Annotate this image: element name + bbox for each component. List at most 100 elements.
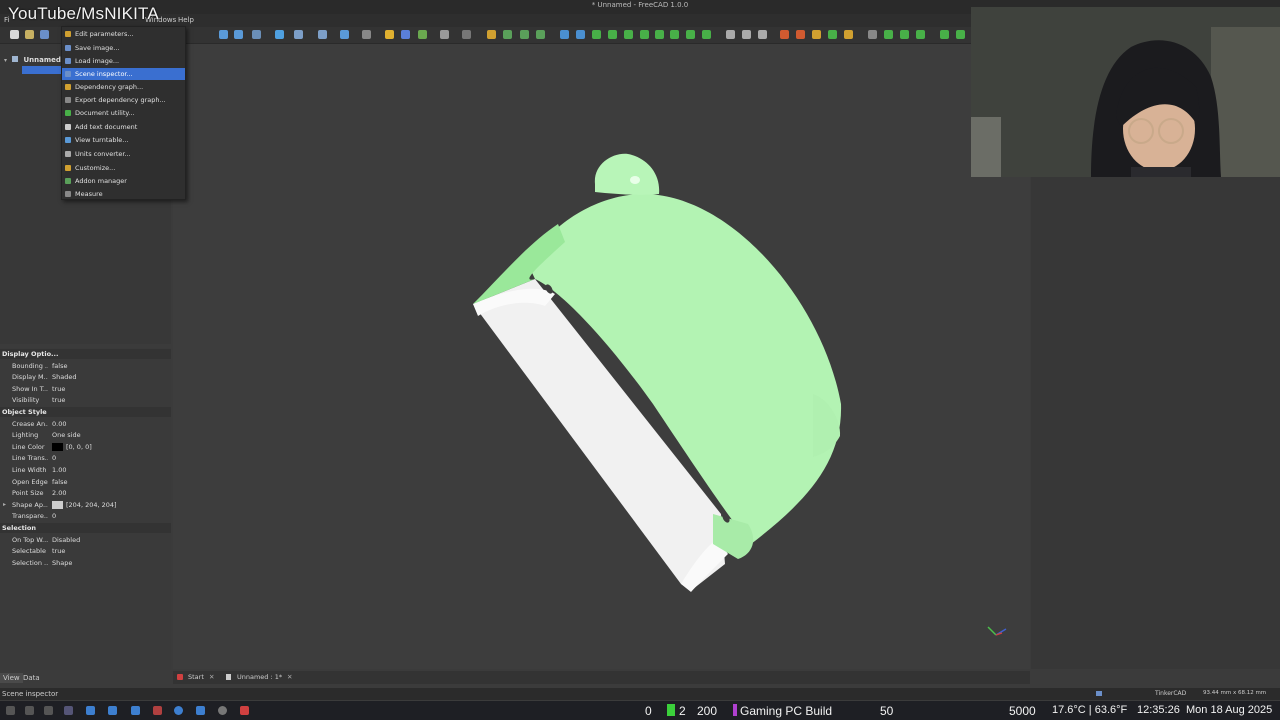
polar-pattern-icon[interactable] — [812, 30, 821, 39]
tools-menu-item[interactable]: Addon manager — [62, 175, 185, 187]
close-tab-start-icon[interactable]: ✕ — [209, 673, 214, 681]
datum-line-icon[interactable] — [576, 30, 585, 39]
navigation-style[interactable]: TinkerCAD — [1155, 690, 1186, 697]
fillet-icon[interactable] — [726, 30, 735, 39]
property-row[interactable]: Point Size 2.00 — [0, 488, 171, 499]
wedge-icon[interactable] — [702, 30, 711, 39]
revolve-icon[interactable] — [624, 30, 633, 39]
tools-menu-item[interactable]: Scene inspector... — [62, 68, 185, 80]
tools-menu-item[interactable]: View turntable... — [62, 134, 185, 146]
property-group[interactable]: Selection — [0, 523, 171, 533]
settings-icon[interactable] — [44, 706, 53, 715]
tab-start[interactable]: Start — [188, 673, 204, 681]
cone-icon[interactable] — [670, 30, 679, 39]
property-row[interactable]: Transpare... 0 — [0, 511, 171, 522]
chamfer-icon[interactable] — [742, 30, 751, 39]
property-group[interactable]: Display Optio... — [0, 349, 171, 359]
tab-data[interactable]: Data — [20, 673, 43, 683]
property-row[interactable]: Line Width 1.00 — [0, 465, 171, 476]
property-row[interactable]: Display M... Shaded — [0, 372, 171, 383]
app-icon[interactable] — [153, 706, 162, 715]
property-value[interactable]: 2.00 — [52, 489, 66, 497]
close-tab-unnamed-icon[interactable]: ✕ — [287, 673, 292, 681]
loft-icon[interactable] — [640, 30, 649, 39]
expand-arrow-icon[interactable]: ▸ — [3, 501, 6, 508]
property-value[interactable]: One side — [52, 431, 81, 439]
pocket-icon[interactable] — [536, 30, 545, 39]
tools-menu-item[interactable]: Export dependency graph... — [62, 94, 185, 106]
helix-icon[interactable] — [916, 30, 925, 39]
fit-selection-icon[interactable] — [234, 30, 243, 39]
property-row[interactable]: Bounding ... false — [0, 361, 171, 372]
sync-view-icon[interactable] — [275, 30, 284, 39]
tools-menu-item[interactable]: Edit parameters... — [62, 28, 185, 40]
property-value[interactable]: 0 — [52, 512, 56, 520]
hole-icon[interactable] — [868, 30, 877, 39]
menu-help[interactable]: Help — [178, 16, 194, 24]
property-row[interactable]: Show In T... true — [0, 384, 171, 395]
draft-icon[interactable] — [758, 30, 767, 39]
box-icon[interactable] — [592, 30, 601, 39]
chrome-icon[interactable] — [174, 706, 183, 715]
boolean-icon[interactable] — [844, 30, 853, 39]
save-icon[interactable] — [40, 30, 49, 39]
sketch-icon[interactable] — [503, 30, 512, 39]
color-swatch[interactable] — [52, 442, 63, 451]
cylinder-icon[interactable] — [608, 30, 617, 39]
tree-root[interactable]: ▾ Unnamed — [4, 56, 61, 64]
files-icon[interactable] — [25, 706, 34, 715]
property-row[interactable]: Line Color [0, 0, 0] — [0, 442, 171, 453]
property-value[interactable]: Shape — [52, 559, 72, 567]
property-value[interactable]: 0.00 — [52, 420, 66, 428]
groove-icon[interactable] — [900, 30, 909, 39]
property-row[interactable]: Crease An... 0.00 — [0, 419, 171, 430]
clone-icon[interactable] — [956, 30, 965, 39]
multi-transform-icon[interactable] — [828, 30, 837, 39]
tab-unnamed[interactable]: Unnamed : 1* — [237, 673, 282, 681]
sub-shape-binder-icon[interactable] — [940, 30, 949, 39]
property-value[interactable]: true — [52, 385, 65, 393]
steam-icon[interactable] — [196, 706, 205, 715]
store-icon[interactable] — [131, 706, 140, 715]
draw-style-icon[interactable] — [252, 30, 261, 39]
torus-icon[interactable] — [686, 30, 695, 39]
tools-menu-item[interactable]: Document utility... — [62, 107, 185, 119]
property-row[interactable]: Open Edges false — [0, 477, 171, 488]
property-value[interactable]: [0, 0, 0] — [66, 443, 92, 451]
property-value[interactable]: Shaded — [52, 373, 76, 381]
property-value[interactable]: Disabled — [52, 536, 80, 544]
freecad-taskbar-icon[interactable] — [240, 706, 249, 715]
tools-menu-item[interactable]: Customize... — [62, 162, 185, 174]
property-row[interactable]: Line Trans... 0 — [0, 453, 171, 464]
pad-icon[interactable] — [520, 30, 529, 39]
terminal-icon[interactable] — [108, 706, 117, 715]
property-row[interactable]: On Top W... Disabled — [0, 535, 171, 546]
obs-icon[interactable] — [218, 706, 227, 715]
property-value[interactable]: true — [52, 547, 65, 555]
property-value[interactable]: false — [52, 362, 67, 370]
tools-menu-item[interactable]: Save image... — [62, 42, 185, 54]
tools-menu-item[interactable]: Dependency graph... — [62, 81, 185, 93]
property-row[interactable]: ▸ Shape Ap... [204, 204, 204] — [0, 500, 171, 511]
whats-this-icon[interactable] — [462, 30, 471, 39]
std-views-icon[interactable] — [318, 30, 327, 39]
navigation-style-icon[interactable] — [1096, 691, 1102, 696]
property-row[interactable]: Visibility true — [0, 395, 171, 406]
open-file-icon[interactable] — [25, 30, 34, 39]
zoom-icon[interactable] — [340, 30, 349, 39]
color-swatch[interactable] — [52, 500, 63, 509]
macro-icon[interactable] — [440, 30, 449, 39]
property-row[interactable]: Selectable true — [0, 546, 171, 557]
view-cube-icon[interactable] — [294, 30, 303, 39]
body-icon[interactable] — [487, 30, 496, 39]
measure-icon[interactable] — [362, 30, 371, 39]
link-icon[interactable] — [418, 30, 427, 39]
mirror-icon[interactable] — [780, 30, 789, 39]
tools-menu-item[interactable]: Measure — [62, 188, 185, 200]
create-part-icon[interactable] — [385, 30, 394, 39]
linear-pattern-icon[interactable] — [796, 30, 805, 39]
property-value[interactable]: 0 — [52, 454, 56, 462]
thickness-icon[interactable] — [884, 30, 893, 39]
3d-viewport[interactable] — [173, 44, 1030, 669]
property-group[interactable]: Object Style — [0, 407, 171, 417]
